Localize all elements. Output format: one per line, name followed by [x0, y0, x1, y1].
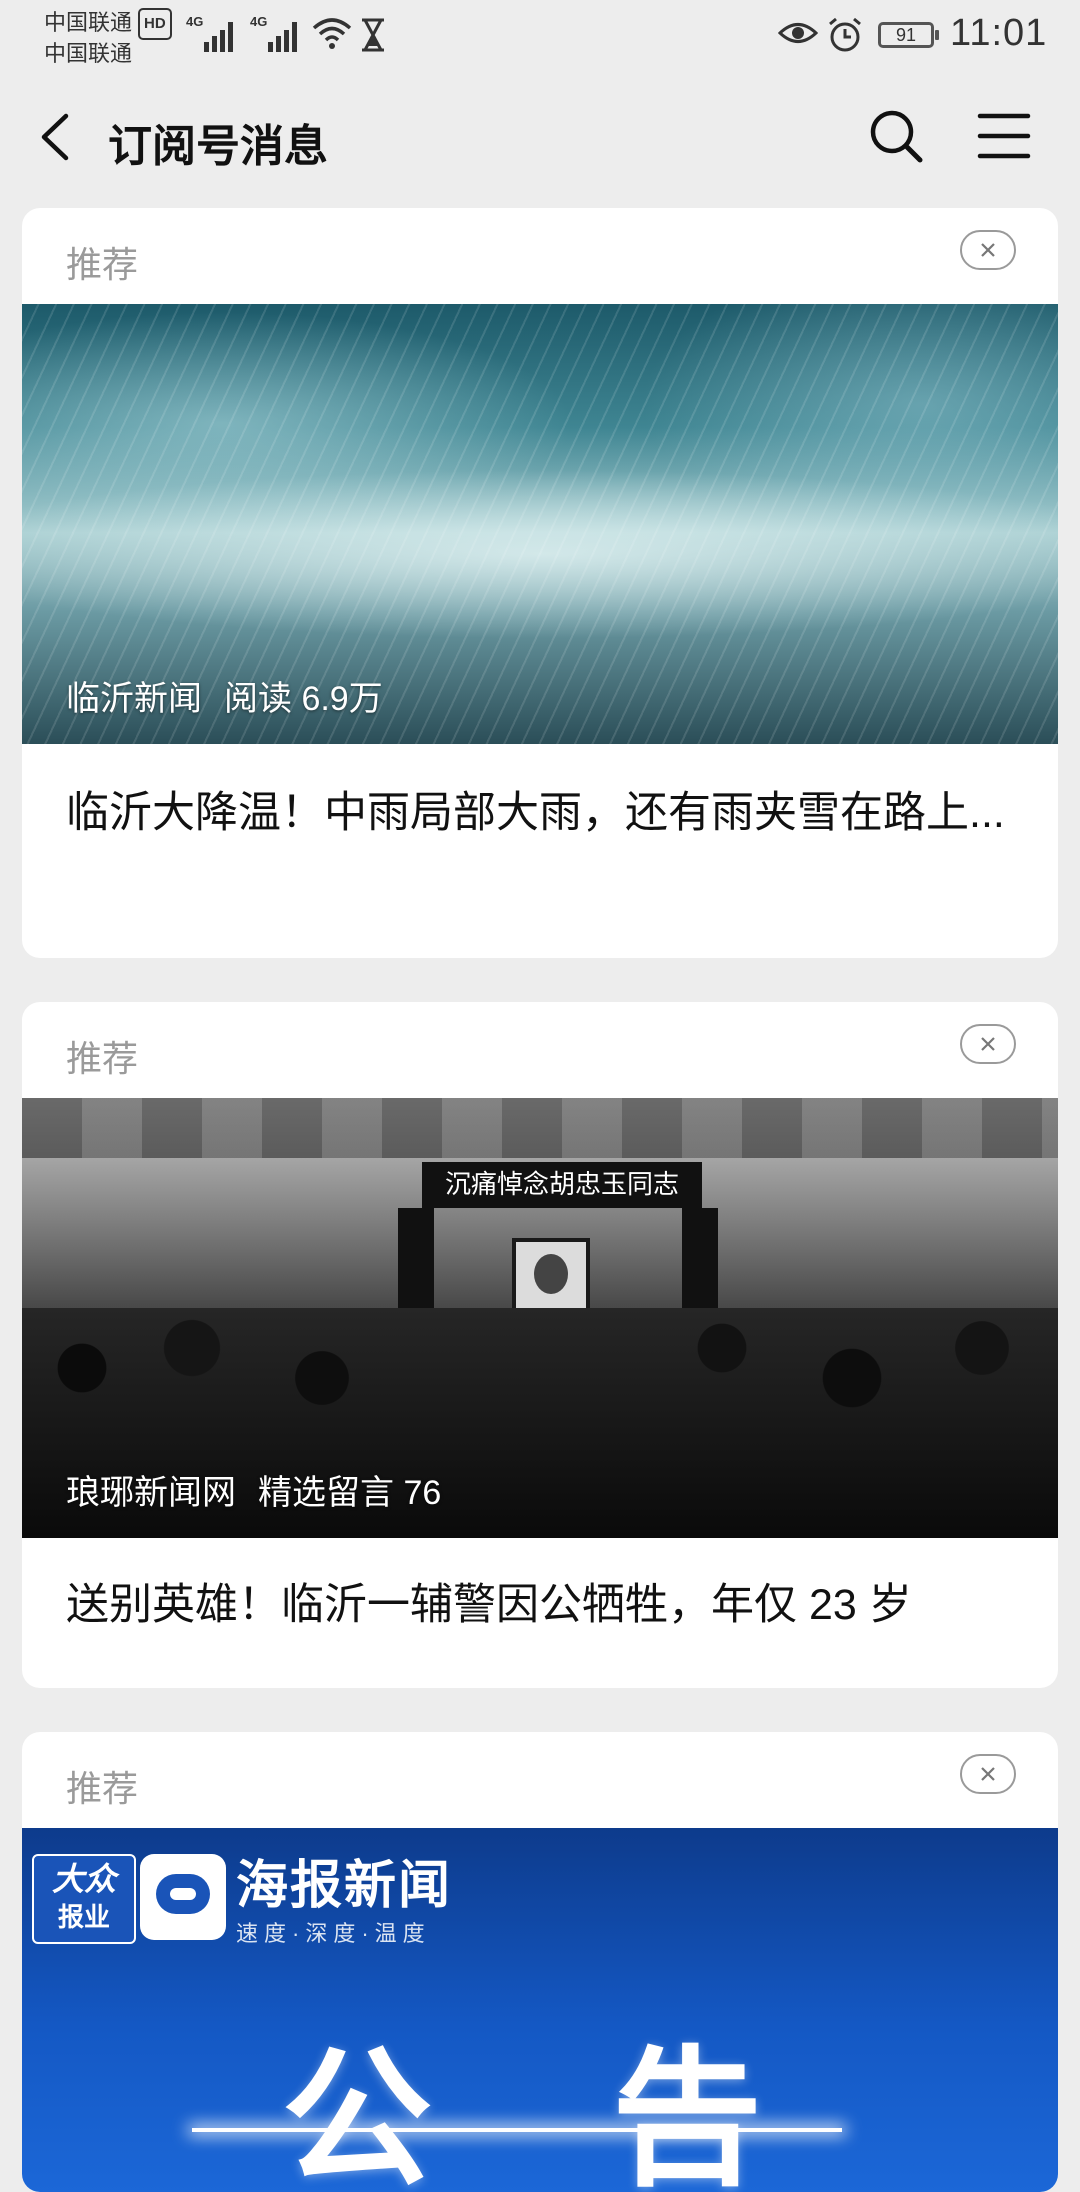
glow-divider [192, 2128, 842, 2132]
article-source: 琅琊新闻网 [66, 1474, 236, 1512]
article-stat: 精选留言 76 [258, 1474, 442, 1512]
feed-card-2[interactable]: 推荐 沉痛悼念胡忠玉同志 琅琊新闻网 精选留言 76 送别英雄！临沂一辅警因公牺牲… [22, 1002, 1058, 1688]
hall-decor [22, 1098, 1058, 1158]
battery-icon: 91 [878, 22, 939, 48]
dazhong-logo: 大众 报业 [32, 1854, 136, 1944]
notice-title: 公告 [282, 2035, 943, 2192]
search-icon[interactable] [868, 108, 924, 164]
article-cover-image[interactable]: 大众 报业 海报新闻 速度·深度·温度 公告 [22, 1828, 1058, 2192]
signal-2-icon: 4G [250, 14, 304, 52]
brand-slogan: 速度·深度·温度 [236, 1921, 431, 1946]
card-label: 推荐 [66, 244, 139, 285]
feed-card-1[interactable]: 推荐 临沂新闻 阅读 6.9万 临沂大降温！中雨局部大雨，还有雨夹雪在路上... [22, 208, 1058, 958]
article-meta: 琅琊新闻网 精选留言 76 [66, 1465, 463, 1514]
carrier-2: 中国联通 [44, 41, 133, 66]
hd-badge: HD [138, 8, 172, 40]
brand-block: 海报新闻 速度·深度·温度 [236, 1856, 452, 1948]
close-icon [981, 1037, 995, 1051]
memorial-banner: 沉痛悼念胡忠玉同志 [422, 1162, 702, 1208]
wifi-icon [312, 18, 352, 49]
close-icon [981, 243, 995, 257]
article-headline[interactable]: 送别英雄！临沂一辅警因公牺牲，年仅 23 岁 [66, 1574, 1016, 1636]
feed-card-3[interactable]: 推荐 大众 报业 海报新闻 速度·深度·温度 公告 [22, 1732, 1058, 2192]
clock: 11:01 [950, 12, 1048, 54]
card-label: 推荐 [66, 1768, 139, 1809]
card-label: 推荐 [66, 1038, 139, 1079]
carrier-info: 中国联通 HD 中国联通 [44, 8, 172, 68]
close-icon [981, 1767, 995, 1781]
back-arrow-icon[interactable] [36, 112, 76, 162]
article-cover-image[interactable]: 沉痛悼念胡忠玉同志 琅琊新闻网 精选留言 76 [22, 1098, 1058, 1538]
title-bar: 订阅号消息 [0, 72, 1080, 202]
article-cover-image[interactable]: 临沂新闻 阅读 6.9万 [22, 304, 1058, 744]
menu-icon[interactable] [976, 110, 1032, 162]
brand-name: 海报新闻 [236, 1857, 453, 1915]
eye-icon [778, 23, 818, 43]
status-bar: 中国联通 HD 中国联通 4G 4G 91 11:01 [0, 0, 1080, 72]
article-meta: 临沂新闻 阅读 6.9万 [66, 671, 405, 720]
dismiss-button[interactable] [960, 1754, 1016, 1794]
dismiss-button[interactable] [960, 230, 1016, 270]
page-title: 订阅号消息 [108, 122, 328, 171]
hourglass-icon [362, 18, 384, 52]
dismiss-button[interactable] [960, 1024, 1016, 1064]
article-source: 临沂新闻 [66, 680, 202, 718]
article-headline[interactable]: 临沂大降温！中雨局部大雨，还有雨夹雪在路上... [66, 782, 1016, 844]
haibao-logo-icon [140, 1854, 226, 1940]
article-stat: 阅读 6.9万 [224, 680, 383, 718]
alarm-icon [829, 17, 861, 52]
carrier-1: 中国联通 [44, 10, 133, 35]
signal-1-icon: 4G [186, 14, 240, 52]
